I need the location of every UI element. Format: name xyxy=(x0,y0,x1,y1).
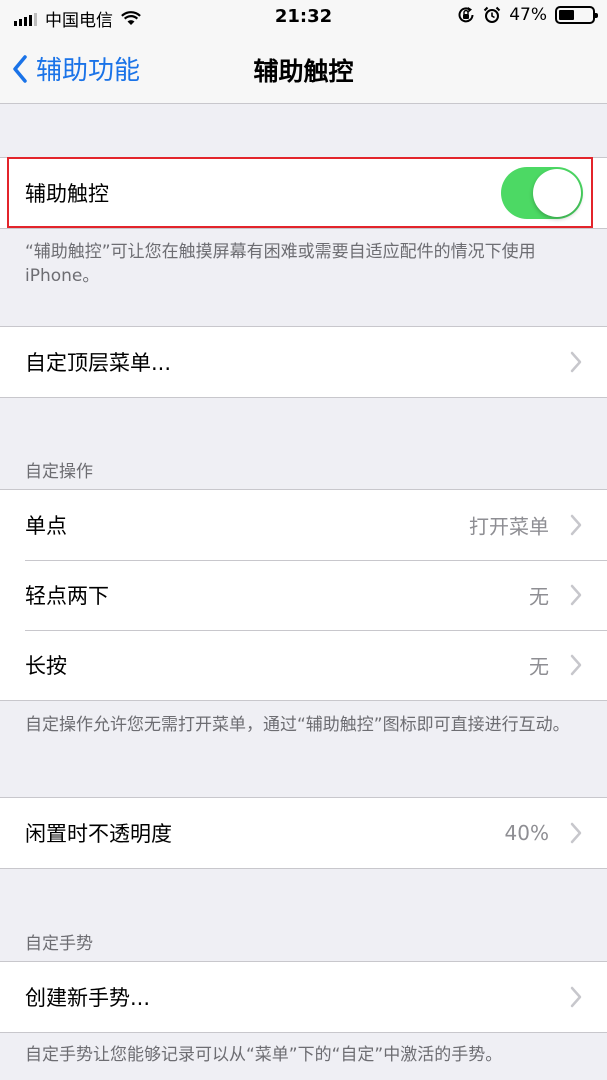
customize-top-menu-label: 自定顶层菜单... xyxy=(25,351,172,375)
double-tap-label: 轻点两下 xyxy=(25,584,109,608)
toggle-knob xyxy=(533,169,581,217)
create-gesture-row[interactable]: 创建新手势... xyxy=(0,962,607,1032)
custom-actions-header: 自定操作 xyxy=(25,462,93,482)
single-tap-row[interactable]: 单点 打开菜单 xyxy=(0,490,607,560)
alarm-icon xyxy=(483,6,501,23)
custom-actions-group: 单点 打开菜单 轻点两下 无 长按 无 xyxy=(0,489,607,701)
assistive-touch-toggle[interactable] xyxy=(501,167,583,219)
idle-opacity-group: 闲置时不透明度 40% xyxy=(0,797,607,869)
chevron-right-icon xyxy=(570,822,582,844)
idle-opacity-row[interactable]: 闲置时不透明度 40% xyxy=(0,798,607,868)
customize-top-menu-row[interactable]: 自定顶层菜单... xyxy=(0,327,607,397)
single-tap-label: 单点 xyxy=(25,514,67,538)
chevron-right-icon xyxy=(570,654,582,676)
create-gesture-label: 创建新手势... xyxy=(25,986,151,1010)
single-tap-value: 打开菜单 xyxy=(469,514,549,539)
chevron-right-icon xyxy=(570,986,582,1008)
top-menu-group: 自定顶层菜单... xyxy=(0,326,607,398)
battery-icon xyxy=(555,6,598,24)
status-bar: 中国电信 21:32 47% xyxy=(0,0,607,34)
long-press-label: 长按 xyxy=(25,654,67,678)
battery-percent: 47% xyxy=(509,5,547,25)
assistive-touch-row: 辅助触控 xyxy=(0,158,607,228)
long-press-row[interactable]: 长按 无 xyxy=(0,630,607,700)
assistive-touch-group: 辅助触控 xyxy=(0,157,607,229)
custom-gestures-header: 自定手势 xyxy=(25,934,93,954)
idle-opacity-label: 闲置时不透明度 xyxy=(25,822,172,846)
double-tap-row[interactable]: 轻点两下 无 xyxy=(0,560,607,630)
chevron-right-icon xyxy=(570,514,582,536)
custom-gestures-footer: 自定手势让您能够记录可以从“菜单”下的“自定”中激活的手势。 xyxy=(25,1045,503,1065)
orientation-lock-icon xyxy=(458,7,474,23)
custom-gestures-group: 创建新手势... xyxy=(0,961,607,1033)
assistive-touch-label: 辅助触控 xyxy=(25,182,109,206)
chevron-right-icon xyxy=(570,584,582,606)
assistive-touch-footer: “辅助触控”可让您在触摸屏幕有困难或需要自适应配件的情况下使用 iPhone。 xyxy=(25,242,536,286)
custom-actions-footer: 自定操作允许您无需打开菜单，通过“辅助触控”图标即可直接进行互动。 xyxy=(25,715,570,735)
navigation-bar: 辅助功能 辅助触控 xyxy=(0,34,607,104)
long-press-value: 无 xyxy=(529,654,549,679)
idle-opacity-value: 40% xyxy=(504,821,549,845)
double-tap-value: 无 xyxy=(529,584,549,609)
chevron-right-icon xyxy=(570,351,582,373)
page-title: 辅助触控 xyxy=(253,57,354,86)
